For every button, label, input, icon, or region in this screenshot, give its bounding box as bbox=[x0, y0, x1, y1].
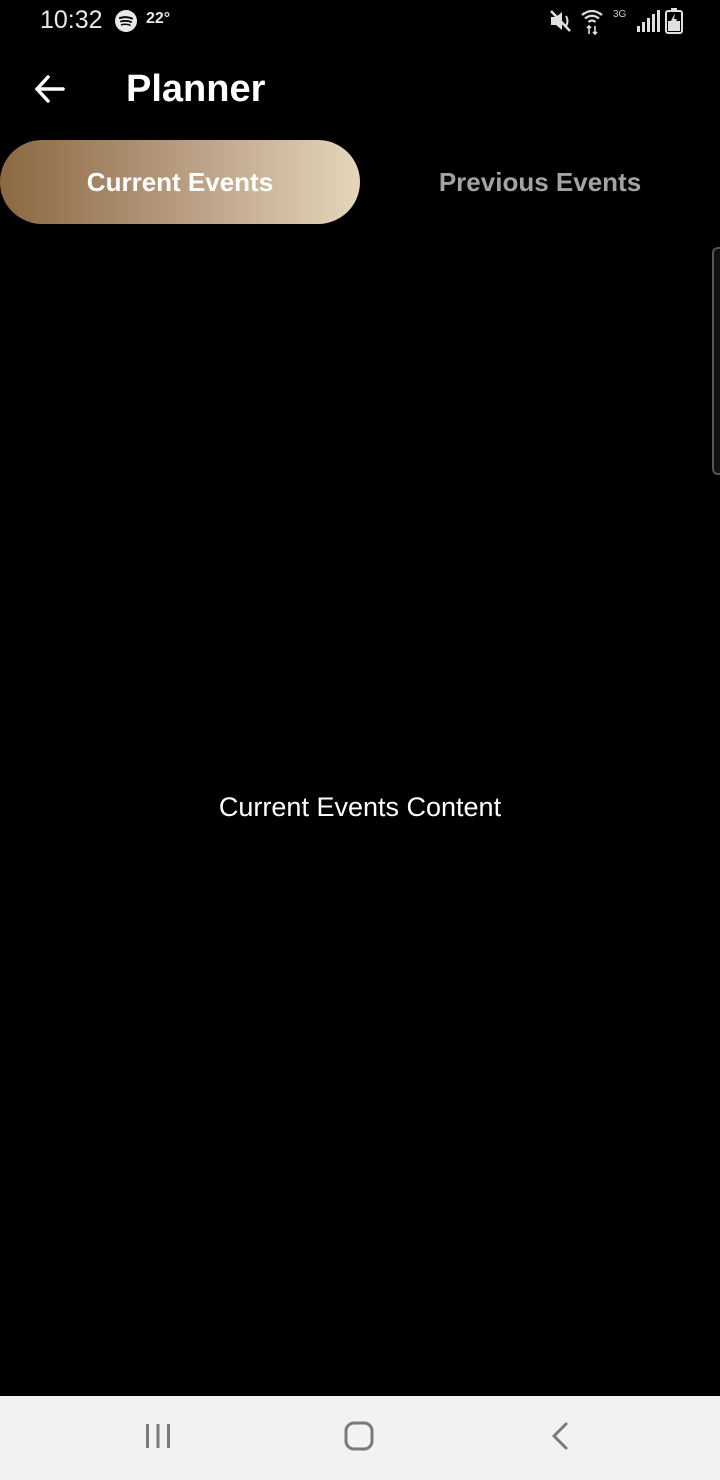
tab-current-events[interactable]: Current Events bbox=[0, 140, 360, 224]
battery-icon bbox=[665, 8, 683, 34]
status-bar: 10:32 22° 3G bbox=[0, 0, 720, 44]
status-time: 10:32 bbox=[40, 6, 103, 34]
scroll-indicator[interactable] bbox=[712, 247, 720, 475]
system-nav-bar bbox=[0, 1396, 720, 1480]
recents-button[interactable] bbox=[128, 1414, 188, 1462]
nav-back-button[interactable] bbox=[530, 1414, 590, 1462]
network-type-label: 3G bbox=[613, 9, 627, 20]
signal-icon bbox=[636, 10, 660, 32]
home-icon bbox=[344, 1421, 374, 1456]
recents-icon bbox=[144, 1423, 172, 1454]
home-button[interactable] bbox=[329, 1414, 389, 1462]
back-button[interactable] bbox=[26, 70, 72, 112]
content-placeholder-text: Current Events Content bbox=[218, 792, 502, 822]
page-title: Planner bbox=[126, 68, 266, 110]
arrow-left-icon bbox=[33, 74, 65, 109]
mute-icon bbox=[548, 8, 574, 34]
tab-previous-events[interactable]: Previous Events bbox=[360, 140, 720, 224]
back-icon bbox=[550, 1421, 570, 1456]
wifi-icon bbox=[580, 7, 604, 36]
spotify-icon bbox=[114, 9, 138, 33]
status-temperature: 22° bbox=[146, 10, 171, 27]
